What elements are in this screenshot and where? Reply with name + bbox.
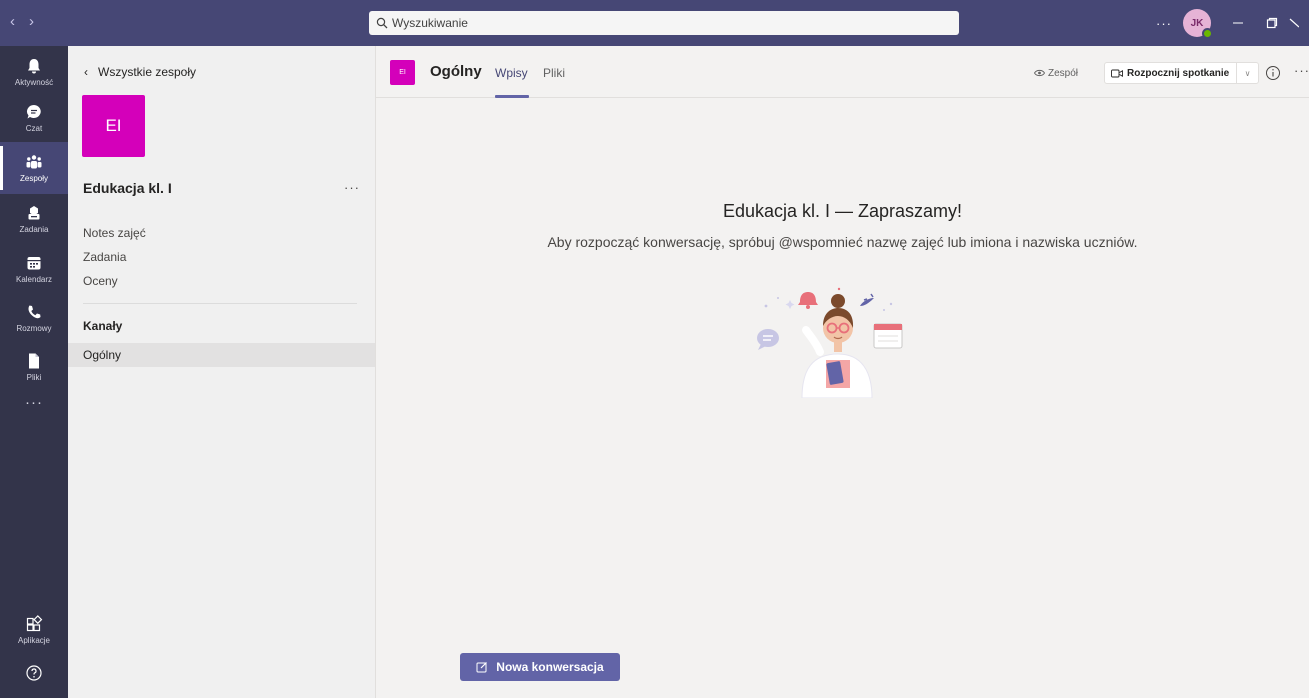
search-placeholder: Wyszukiwanie	[392, 16, 468, 30]
rail-item-files[interactable]: Pliki	[0, 341, 68, 393]
minimize-icon[interactable]	[1221, 0, 1255, 46]
back-to-teams-link[interactable]: ‹ Wszystkie zespoły	[84, 65, 196, 79]
presence-available-icon	[1202, 28, 1213, 39]
active-tab-indicator	[495, 95, 529, 98]
team-avatar-tile: EI	[82, 95, 145, 157]
search-input[interactable]: Wyszukiwanie	[369, 11, 959, 35]
calendar-icon	[27, 257, 41, 270]
rail-item-help[interactable]	[0, 658, 68, 698]
tab-files[interactable]: Pliki	[543, 66, 565, 80]
rail-item-activity[interactable]: Aktywność	[0, 46, 68, 98]
new-conversation-button[interactable]: Nowa konwersacja	[460, 653, 620, 681]
team-visibility-chip[interactable]: Zespół	[1034, 63, 1078, 83]
assignments-icon	[28, 206, 40, 220]
back-label: Wszystkie zespoły	[98, 65, 197, 79]
more-apps-icon[interactable]: ···	[0, 394, 68, 411]
rail-item-teams[interactable]: Zespoły	[0, 142, 68, 194]
channel-item-general[interactable]: Ogólny	[68, 343, 375, 367]
back-arrow-icon[interactable]: ‹	[10, 13, 15, 30]
team-chip-label: Zespół	[1048, 67, 1079, 79]
welcome-title: Edukacja kl. I — Zapraszamy!	[722, 201, 963, 221]
avatar-initials: JK	[1190, 17, 1204, 29]
video-camera-icon	[1111, 69, 1123, 77]
rail-item-apps[interactable]: Aplikacje	[0, 604, 68, 656]
start-meeting-label: Rozpocznij spotkanie	[1127, 67, 1230, 79]
apps-icon	[26, 615, 43, 632]
divider	[83, 303, 357, 304]
rail-item-assignments[interactable]: Zadania	[0, 193, 68, 245]
panel-link-assignments[interactable]: Zadania	[83, 250, 126, 264]
phone-icon	[28, 305, 41, 319]
rail-label: Aktywność	[14, 78, 54, 87]
welcome-subtitle: Aby rozpocząć konwersację, spróbuj @wspo…	[547, 234, 1138, 250]
help-icon	[26, 665, 42, 681]
app-rail: Aktywność Czat Zespoły Zadania Kalendarz…	[0, 46, 68, 698]
close-icon[interactable]	[1289, 0, 1309, 46]
rail-label: Pliki	[26, 373, 42, 382]
channels-heading: Kanały	[83, 319, 123, 333]
avatar[interactable]: JK	[1183, 9, 1213, 39]
rail-label: Zadania	[19, 225, 49, 234]
teacher-illustration	[757, 287, 903, 398]
channel-main: EI Ogólny Wpisy Pliki Zespół Rozpocznij …	[376, 46, 1309, 698]
bell-icon	[28, 59, 40, 74]
rail-item-calls[interactable]: Rozmowy	[0, 292, 68, 344]
channel-header: EI Ogólny Wpisy Pliki Zespół Rozpocznij …	[376, 46, 1309, 98]
tab-posts[interactable]: Wpisy	[495, 66, 528, 80]
channel-name: Ogólny	[430, 63, 482, 80]
more-options-icon[interactable]: ···	[1149, 16, 1179, 31]
history-nav: ‹ ›	[10, 13, 34, 30]
rail-item-chat[interactable]: Czat	[0, 92, 68, 144]
eye-icon	[1034, 69, 1045, 77]
channel-more-options-icon[interactable]: ···	[1294, 63, 1309, 78]
start-meeting-main[interactable]: Rozpocznij spotkanie	[1105, 68, 1236, 79]
panel-link-class-notebook[interactable]: Notes zajęć	[83, 226, 146, 240]
new-conversation-label: Nowa konwersacja	[496, 660, 604, 674]
chevron-down-icon[interactable]: ∨	[1236, 63, 1258, 83]
chat-icon	[27, 105, 41, 119]
rail-label: Aplikacje	[17, 636, 50, 645]
maximize-icon[interactable]	[1255, 0, 1289, 46]
channel-team-tile: EI	[390, 60, 415, 85]
rail-label: Kalendarz	[15, 275, 53, 284]
compose-icon	[476, 662, 488, 673]
info-icon[interactable]	[1265, 65, 1281, 81]
team-name: Edukacja kl. I	[83, 180, 172, 196]
rail-label: Zespoły	[19, 174, 48, 183]
rail-item-calendar[interactable]: Kalendarz	[0, 243, 68, 295]
title-bar: ‹ › Wyszukiwanie ··· JK	[0, 0, 1309, 46]
team-more-options-icon[interactable]: ···	[344, 180, 360, 195]
file-icon	[29, 353, 39, 369]
search-icon	[376, 17, 388, 29]
rail-label: Czat	[25, 124, 43, 133]
forward-arrow-icon[interactable]: ›	[29, 13, 34, 30]
team-panel: ‹ Wszystkie zespoły EI Edukacja kl. I ··…	[68, 46, 376, 698]
start-meeting-button[interactable]: Rozpocznij spotkanie ∨	[1104, 62, 1259, 84]
panel-link-grades[interactable]: Oceny	[83, 274, 118, 288]
teams-icon	[26, 155, 42, 169]
chevron-left-icon: ‹	[84, 65, 88, 79]
rail-label: Rozmowy	[16, 324, 52, 333]
